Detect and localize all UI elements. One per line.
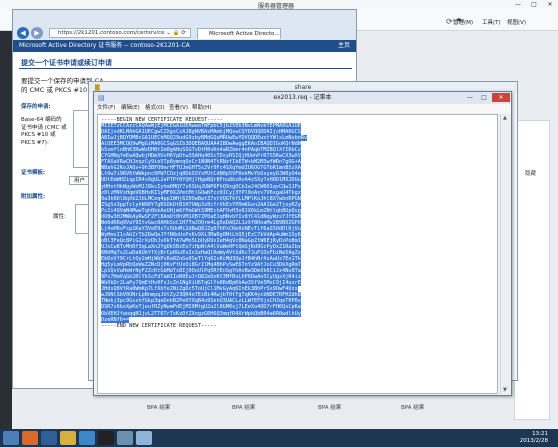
server-manager-tile: 隐藏 [514, 120, 550, 420]
banner-title: Microsoft Active Directory 证书服务 -- conto… [19, 42, 190, 49]
page-title: 提交一个证书申请或续订申请 [21, 59, 112, 67]
powershell-taskbar-icon[interactable] [41, 431, 57, 445]
server-manager-sidebar [0, 31, 12, 431]
home-link[interactable]: 主页 [338, 40, 350, 52]
saved-request-heading: 保存的申请: [21, 104, 51, 110]
menu-file[interactable]: 文件(F) [97, 104, 115, 113]
folder-icon: ▇ [95, 84, 100, 91]
service-banner: Microsoft Active Directory 证书服务 -- conto… [13, 40, 356, 52]
maximize-icon[interactable]: □ [477, 93, 491, 102]
title-divider [19, 68, 352, 69]
menu-format[interactable]: 格式(O) [145, 104, 165, 113]
notepad-title: ex2013.req - 记事本 [273, 94, 332, 101]
minimize-icon[interactable]: — [510, 0, 526, 9]
notepad-menubar: 文件(F) 编辑(E) 格式(O) 查看(V) 帮助(H) [94, 104, 511, 113]
refresh-icon[interactable]: ⟳ [446, 17, 453, 26]
notepad-titlebar: ▤ ex2013.req - 记事本 — □ ✕ [94, 92, 511, 104]
address-bar[interactable]: https://2k1201.contoso.com/certsrv/ce ⌄ … [49, 28, 191, 38]
taskbar-date: 2013/2/28 [519, 438, 548, 444]
tab-certsrv[interactable]: Microsoft Active Directo... [197, 28, 281, 39]
server-manager-taskbar-icon[interactable] [22, 431, 38, 445]
explorer-taskbar-icon[interactable] [60, 431, 76, 445]
maximize-icon[interactable]: □ [526, 0, 542, 9]
notepad-icon: ▤ [98, 94, 105, 102]
close-icon[interactable]: ✕ [542, 0, 558, 9]
attributes-heading: 附加属性: [21, 194, 46, 200]
vertical-scrollbar[interactable]: ▲ ▼ [500, 114, 510, 394]
resize-grip-icon[interactable]: ⋰ [503, 387, 511, 395]
request-body-line: 6bVEHJfaoqqN1jvL2TT6TrTsKzDfZXngzG0H6Q3m… [101, 310, 301, 317]
mmc-taskbar-icon[interactable] [117, 431, 133, 445]
notepad-window: ▤ ex2013.req - 记事本 — □ ✕ 文件(F) 编辑(E) 格式(… [93, 91, 512, 396]
taskbar-time: 13:21 [532, 431, 548, 437]
bpa-result-1[interactable]: BPA 结果 [147, 403, 170, 411]
hide-label[interactable]: 隐藏 [525, 169, 536, 177]
saved-request-label: Base-64 编码的证书申请 (CMC 或 PKCS #10 或 PKCS #… [21, 117, 67, 146]
notepad-taskbar-icon[interactable] [136, 431, 152, 445]
cmd-taskbar-icon[interactable] [98, 431, 114, 445]
menu-view[interactable]: 视图(V) [507, 18, 526, 26]
request-body: MIIETzCCAzcCAQAwWjEjMCEGA1UEAwwaTWFpbC5j… [101, 123, 494, 323]
menu-edit[interactable]: 编辑(E) [121, 104, 140, 113]
notepad-editor[interactable]: -----BEGIN NEW CERTIFICATE REQUEST----- … [97, 114, 498, 394]
menu-help[interactable]: 帮助(H) [192, 104, 211, 113]
minimize-icon[interactable]: — [463, 93, 477, 102]
bpa-result-2[interactable]: BPA 结果 [232, 403, 255, 411]
menu-tools[interactable]: 工具(T) [482, 18, 501, 26]
end-line: -----END NEW CERTIFICATE REQUEST----- [101, 322, 217, 329]
scroll-up-icon[interactable]: ▲ [503, 115, 507, 121]
request-body-line: DzeRNf6== [101, 316, 130, 323]
forward-icon[interactable]: ▶ [31, 27, 43, 39]
template-heading: 证书模板: [21, 170, 46, 176]
start-icon[interactable] [3, 431, 19, 445]
bpa-result-3[interactable]: BPA 结果 [318, 403, 341, 411]
server-manager-titlebar: 服务器管理器 — □ ✕ [0, 0, 558, 10]
menu-view[interactable]: 查看(V) [169, 104, 188, 113]
browser-chrome: ◀ ▶ https://2k1201.contoso.com/certsrv/c… [13, 10, 356, 40]
bpa-result-4[interactable]: BPA 结果 [401, 403, 424, 411]
close-icon[interactable]: ✕ [492, 93, 510, 102]
menu-manage[interactable]: 管理(M) [453, 18, 473, 26]
ie-taskbar-icon[interactable] [79, 431, 95, 445]
back-icon[interactable]: ◀ [17, 27, 29, 39]
